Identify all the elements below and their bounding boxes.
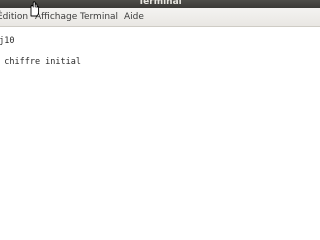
menu-affichage[interactable]: Affichage bbox=[35, 11, 77, 23]
menubar: Édition Affichage Terminal Aide bbox=[0, 8, 320, 27]
menu-edition[interactable]: Édition bbox=[0, 11, 28, 23]
menu-terminal[interactable]: Terminal bbox=[80, 11, 118, 23]
screen: Terminal Édition Affichage Terminal Aide… bbox=[0, 0, 320, 240]
menu-aide[interactable]: Aide bbox=[124, 11, 144, 23]
window-titlebar[interactable]: Terminal bbox=[0, 0, 320, 8]
terminal-line: mj10 bbox=[0, 36, 15, 46]
terminal-output[interactable]: mj10 e chiffre initial bbox=[0, 27, 320, 240]
window-title: Terminal bbox=[138, 0, 182, 7]
terminal-line: e chiffre initial bbox=[0, 57, 81, 67]
mouse-pointer-icon bbox=[30, 1, 40, 17]
